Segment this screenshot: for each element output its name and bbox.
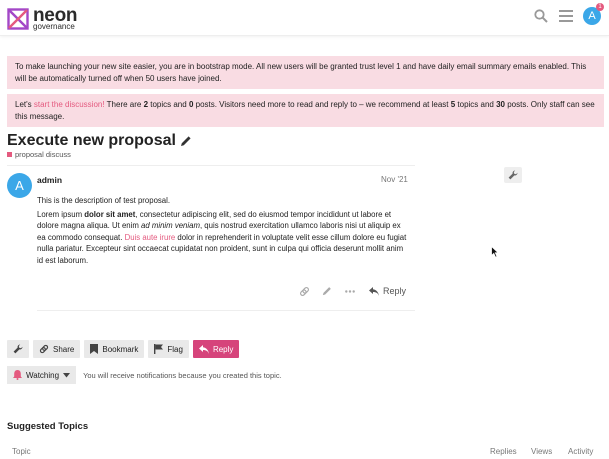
post-reply-button[interactable]: Reply bbox=[369, 286, 406, 296]
site-header: neon governance A 1 bbox=[0, 0, 609, 36]
avatar-letter: A bbox=[15, 178, 24, 193]
flag-icon bbox=[154, 344, 164, 354]
topic-title-text: Execute new proposal bbox=[7, 132, 176, 149]
link-icon[interactable] bbox=[298, 285, 310, 297]
bookmark-icon bbox=[90, 344, 99, 354]
reply-label: Reply bbox=[212, 344, 234, 354]
start-discussion-link[interactable]: start the discussion! bbox=[34, 100, 105, 109]
start-discussion-banner: Let's start the discussion! There are 2 … bbox=[7, 94, 604, 127]
notification-controls: Watching You will receive notifications … bbox=[7, 366, 282, 384]
banner-text: There are bbox=[104, 100, 144, 109]
recommended-posts: 30 bbox=[496, 100, 505, 109]
post-link[interactable]: Duis aute irure bbox=[125, 233, 176, 242]
logo-sub-text: governance bbox=[33, 22, 75, 31]
banner-text: posts. Visitors need more to read and re… bbox=[193, 100, 451, 109]
banner-text: topics and bbox=[148, 100, 189, 109]
bootstrap-mode-banner: To make launching your new site easier, … bbox=[7, 56, 604, 89]
column-topic[interactable]: Topic bbox=[12, 447, 31, 456]
post-date[interactable]: Nov '21 bbox=[381, 175, 408, 184]
reply-label: Reply bbox=[383, 286, 407, 296]
reply-arrow-icon bbox=[198, 344, 209, 354]
neon-logo-icon bbox=[7, 7, 29, 30]
share-label: Share bbox=[53, 344, 75, 354]
edit-pencil-icon[interactable] bbox=[321, 285, 333, 297]
italic-text: ad minim veniam bbox=[141, 221, 200, 230]
column-activity[interactable]: Activity bbox=[568, 447, 593, 456]
bookmark-label: Bookmark bbox=[102, 344, 139, 354]
topic-title[interactable]: Execute new proposal bbox=[7, 132, 192, 150]
admin-wrench-button[interactable] bbox=[504, 167, 522, 183]
post-body: This is the description of test proposal… bbox=[37, 195, 409, 268]
hamburger-icon[interactable] bbox=[558, 8, 574, 24]
post-paragraph: Lorem ipsum dolor sit amet, consectetur … bbox=[37, 209, 409, 267]
wrench-icon bbox=[508, 170, 518, 180]
topic-footer-buttons: Share Bookmark Flag Reply bbox=[7, 340, 240, 358]
notification-reason: You will receive notifications because y… bbox=[83, 370, 282, 380]
reply-button[interactable]: Reply bbox=[192, 340, 240, 358]
text-run: Lorem ipsum bbox=[37, 209, 85, 219]
wrench-icon bbox=[13, 344, 23, 354]
link-icon bbox=[39, 344, 49, 354]
category-badge[interactable]: proposal discuss bbox=[7, 150, 71, 159]
category-name: proposal discuss bbox=[15, 150, 71, 159]
notification-level-dropdown[interactable]: Watching bbox=[7, 366, 77, 384]
post-username[interactable]: admin bbox=[37, 175, 62, 185]
divider bbox=[37, 310, 415, 311]
bookmark-button[interactable]: Bookmark bbox=[84, 340, 145, 358]
bell-icon bbox=[13, 370, 22, 380]
more-options-icon[interactable] bbox=[344, 285, 356, 297]
notification-badge: 1 bbox=[596, 3, 604, 11]
banner-text: topics and bbox=[455, 100, 497, 109]
bold-text: dolor sit amet bbox=[84, 209, 136, 219]
user-avatar[interactable]: A 1 bbox=[583, 3, 604, 25]
site-logo[interactable]: neon governance bbox=[7, 6, 77, 31]
pencil-icon[interactable] bbox=[180, 135, 192, 147]
divider bbox=[7, 165, 415, 166]
admin-wrench-button[interactable] bbox=[7, 340, 29, 358]
notification-level-label: Watching bbox=[26, 370, 60, 380]
flag-button[interactable]: Flag bbox=[148, 340, 189, 358]
caret-down-icon bbox=[63, 372, 71, 377]
post-avatar[interactable]: A bbox=[7, 173, 32, 198]
category-color-square bbox=[7, 152, 12, 157]
post-actions: Reply bbox=[298, 285, 406, 297]
column-replies[interactable]: Replies bbox=[490, 447, 517, 456]
suggested-topics-heading: Suggested Topics bbox=[7, 421, 89, 432]
bootstrap-banner-text: To make launching your new site easier, … bbox=[15, 62, 587, 83]
mouse-cursor-icon bbox=[491, 246, 499, 258]
reply-arrow-icon bbox=[369, 286, 379, 296]
post-intro: This is the description of test proposal… bbox=[37, 196, 171, 205]
banner-text: Let's bbox=[15, 100, 34, 109]
share-button[interactable]: Share bbox=[33, 340, 81, 358]
search-icon[interactable] bbox=[533, 8, 549, 24]
avatar-letter: A bbox=[588, 10, 596, 22]
column-views[interactable]: Views bbox=[531, 447, 552, 456]
flag-label: Flag bbox=[167, 344, 183, 354]
